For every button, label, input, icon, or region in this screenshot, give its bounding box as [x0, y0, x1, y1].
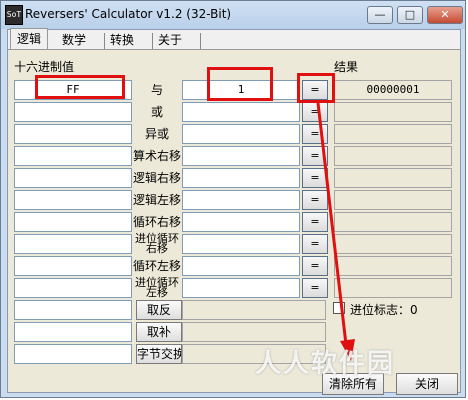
watermark-text: 人人软件园: [255, 349, 396, 379]
arrow-annotation: [316, 102, 355, 361]
app-window: SoT Reversers' Calculator v1.2 (32-Bit) …: [0, 0, 466, 398]
